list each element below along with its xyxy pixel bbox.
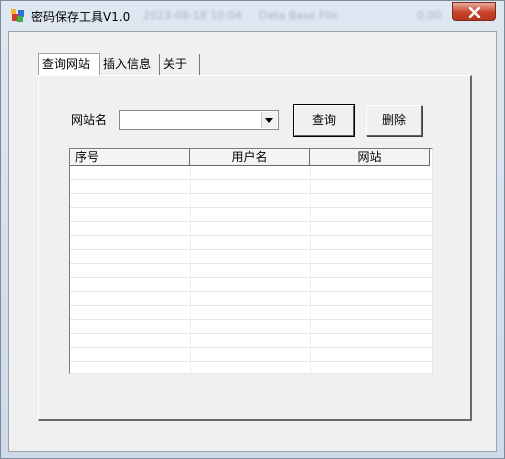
table-row[interactable] [70, 180, 432, 194]
table-row[interactable] [70, 348, 432, 362]
tab-query-site[interactable]: 查询网站 [38, 53, 100, 76]
table-row[interactable] [70, 166, 432, 180]
client-area: 查询网站 插入信息 关于 网站名 查询 删除 序号 用户名 网站 [8, 31, 497, 452]
table-row[interactable] [70, 208, 432, 222]
blurred-title-info: 2023-08-18 10:04 [143, 9, 243, 22]
table-row[interactable] [70, 306, 432, 320]
site-name-combo[interactable] [119, 110, 279, 130]
window-title: 密码保存工具V1.0 [31, 10, 131, 24]
table-header: 序号 用户名 网站 [70, 149, 432, 166]
tab-insert-info[interactable]: 插入信息 [100, 54, 160, 75]
column-header-index[interactable]: 序号 [70, 149, 190, 166]
table-row[interactable] [70, 236, 432, 250]
column-header-username[interactable]: 用户名 [190, 149, 310, 166]
column-divider [190, 166, 191, 373]
table-row[interactable] [70, 264, 432, 278]
title-bar[interactable]: 密码保存工具V1.0 2023-08-18 10:04 Data Base Fi… [1, 1, 504, 31]
close-icon [468, 7, 481, 18]
close-button[interactable] [452, 2, 496, 21]
table-row[interactable] [70, 320, 432, 334]
app-icon [10, 8, 26, 24]
table-row[interactable] [70, 292, 432, 306]
table-row[interactable] [70, 334, 432, 348]
combo-dropdown-button[interactable] [261, 112, 277, 128]
table-row[interactable] [70, 194, 432, 208]
table-row[interactable] [70, 222, 432, 236]
table-row[interactable] [70, 250, 432, 264]
table-body [70, 166, 432, 373]
delete-button[interactable]: 删除 [366, 105, 422, 136]
table-row[interactable] [70, 278, 432, 292]
query-button[interactable]: 查询 [293, 104, 355, 137]
column-header-site[interactable]: 网站 [310, 149, 430, 166]
chevron-down-icon [265, 118, 273, 123]
site-name-label: 网站名 [71, 113, 108, 127]
tab-about[interactable]: 关于 [160, 54, 200, 75]
app-window: 密码保存工具V1.0 2023-08-18 10:04 Data Base Fi… [0, 0, 505, 459]
blurred-title-info: 0.00 [417, 9, 442, 22]
column-divider [310, 166, 311, 373]
query-tab-page: 网站名 查询 删除 序号 用户名 网站 [38, 75, 472, 421]
site-table[interactable]: 序号 用户名 网站 [69, 148, 433, 374]
blurred-title-info: Data Base File [259, 9, 338, 22]
